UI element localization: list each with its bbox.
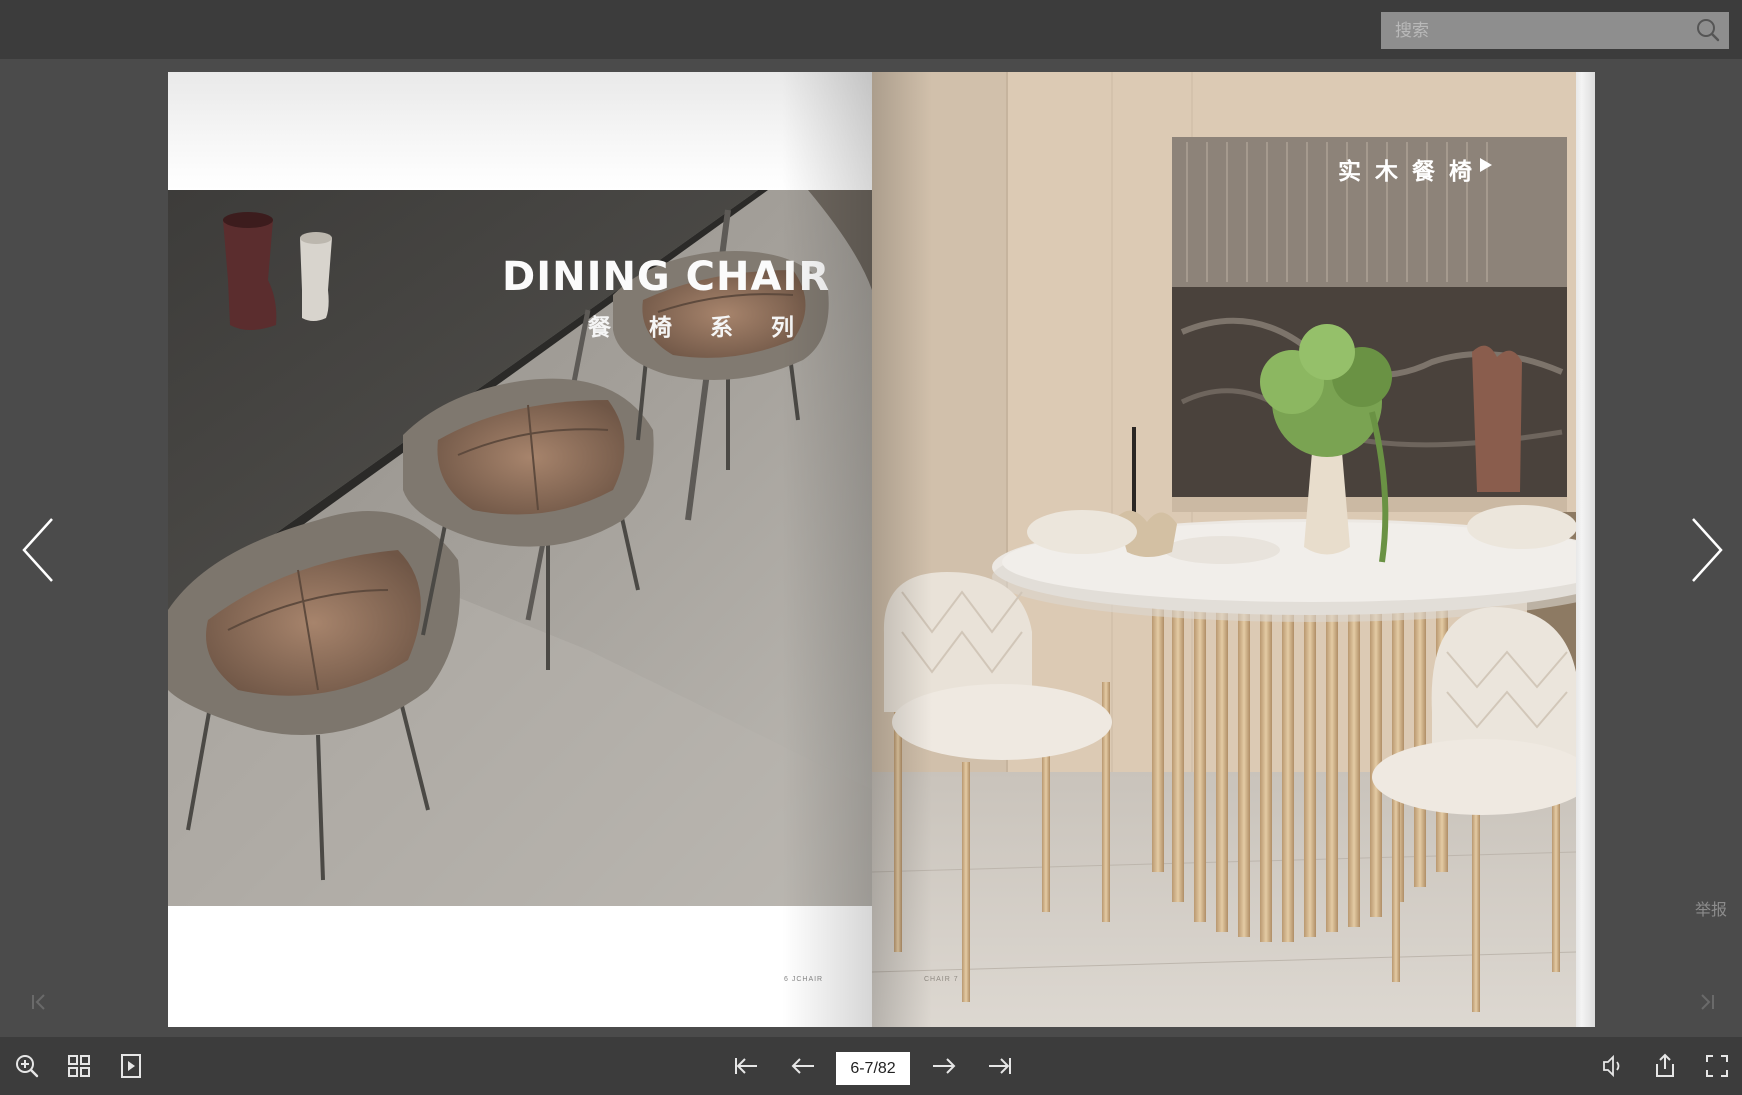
folio-right: CHAIR 7 xyxy=(924,976,959,983)
search-box xyxy=(1381,12,1729,49)
share-icon[interactable] xyxy=(1650,1051,1680,1081)
flipbook-spread: DINING CHAIR 餐椅系列 6 JCHAIR 实木餐椅 CHAIR 7 xyxy=(168,72,1595,1027)
last-page-icon[interactable] xyxy=(985,1051,1015,1081)
next-spread-arrow-icon[interactable] xyxy=(1685,515,1725,585)
first-page-icon[interactable] xyxy=(731,1051,761,1081)
autoplay-icon[interactable] xyxy=(116,1051,146,1081)
right-page[interactable]: 实木餐椅 CHAIR 7 xyxy=(872,72,1576,1027)
bottom-toolbar: 6-7/82 xyxy=(0,1037,1742,1095)
report-link[interactable]: 举报 xyxy=(1695,896,1727,920)
sound-icon[interactable] xyxy=(1598,1051,1628,1081)
thumbnails-icon[interactable] xyxy=(64,1051,94,1081)
title-chinese: 餐椅系列 xyxy=(588,315,832,341)
page-stack-edge xyxy=(1576,72,1595,1027)
left-page[interactable]: DINING CHAIR 餐椅系列 6 JCHAIR xyxy=(168,72,872,1027)
search-icon[interactable] xyxy=(1693,15,1723,45)
jump-last-edge-icon[interactable] xyxy=(1697,992,1717,1012)
previous-spread-arrow-icon[interactable] xyxy=(20,515,60,585)
section-tag: 实木餐椅 xyxy=(1338,159,1486,185)
page-indicator[interactable]: 6-7/82 xyxy=(836,1052,910,1085)
fullscreen-icon[interactable] xyxy=(1702,1051,1732,1081)
page-top-margin xyxy=(168,72,872,190)
round-dining-table-photo xyxy=(872,72,1576,1027)
next-page-icon[interactable] xyxy=(929,1051,959,1081)
jump-first-edge-icon[interactable] xyxy=(29,992,49,1012)
zoom-in-icon[interactable] xyxy=(12,1051,42,1081)
folio-left: 6 JCHAIR xyxy=(784,976,824,983)
triangle-marker-icon xyxy=(1480,158,1492,172)
title-english: DINING CHAIR xyxy=(502,254,831,300)
search-input[interactable] xyxy=(1381,12,1695,49)
top-bar xyxy=(0,0,1742,59)
previous-page-icon[interactable] xyxy=(788,1051,818,1081)
